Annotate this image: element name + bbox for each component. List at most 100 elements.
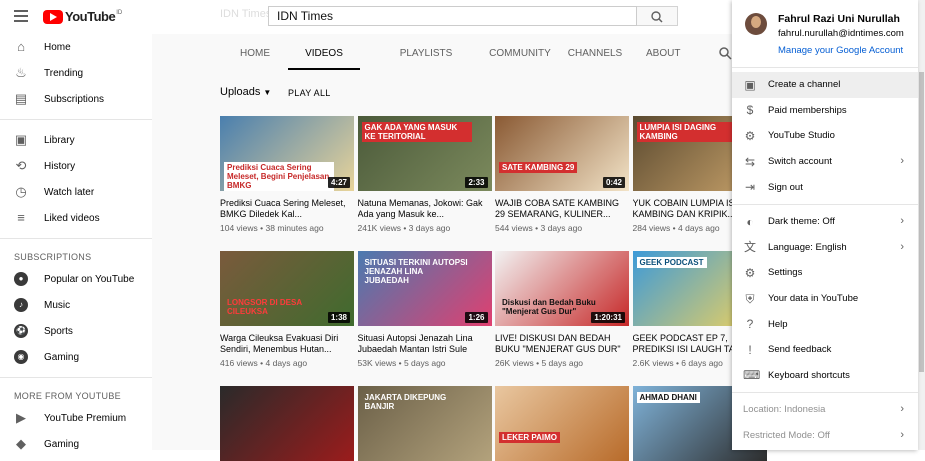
menu-item-restricted-mode-off[interactable]: Restricted Mode: Off ›	[732, 423, 918, 449]
video-thumbnail[interactable]: GAK ADA YANG MASUK KE TERITORIAL 2:33	[357, 116, 492, 191]
channel-search-icon[interactable]	[718, 46, 732, 60]
video-thumbnail[interactable]: LONGSOR DI DESA CILEUKSA 1:38	[220, 251, 354, 326]
account-email: fahrul.nurullah@idntimes.com	[778, 28, 904, 39]
premium-icon: ▶	[16, 410, 26, 425]
sidebar-item-label: Gaming	[44, 438, 80, 450]
tab-about[interactable]: ABOUT	[646, 34, 680, 70]
search-button[interactable]	[637, 6, 678, 26]
sidebar-item-label: Music	[44, 299, 71, 311]
video-thumbnail[interactable]: Prediksi Cuaca Sering Meleset, Begini Pe…	[220, 116, 354, 191]
video-duration: 0:42	[602, 177, 625, 188]
flame-icon: ♨	[15, 65, 27, 80]
video-card[interactable]: Prediksi Cuaca Sering Meleset, Begini Pe…	[220, 116, 354, 233]
thumbnail-caption: LUMPIA ISI DAGING KAMBING	[636, 122, 747, 142]
video-meta: 26K views • 5 days ago	[495, 358, 584, 368]
menu-item-paid-memberships[interactable]: $ Paid memberships	[732, 98, 918, 124]
sidebar-item-library[interactable]: ▣ Library	[0, 127, 152, 153]
video-meta: 104 views • 38 minutes ago	[220, 223, 324, 233]
avatar	[745, 13, 767, 35]
sidebar-item-label: Watch later	[44, 186, 95, 198]
video-card[interactable]: SITUASI TERKINI AUTOPSI JENAZAH LINA JUB…	[357, 251, 492, 368]
video-duration: 4:27	[327, 177, 350, 188]
divider	[732, 203, 918, 205]
menu-item-settings[interactable]: ⚙ Settings	[732, 260, 918, 286]
menu-item-youtube-studio[interactable]: ⚙ YouTube Studio	[732, 123, 918, 149]
video-card[interactable]: LONGSOR DI DESA CILEUKSA 1:38 Warga Cileuk…	[220, 251, 354, 368]
video-title[interactable]: WAJIB COBA SATE KAMBING 29 SEMARANG, KUL…	[495, 198, 629, 220]
video-thumbnail[interactable]: Diskusi dan Bedah Buku "Menjerat Gus Dur…	[495, 251, 629, 326]
chevron-right-icon: ›	[900, 214, 904, 227]
menu-item-language-english[interactable]: 文 Language: English ›	[732, 235, 918, 261]
chevron-right-icon: ›	[900, 403, 904, 416]
sidebar-item-youtube-premium[interactable]: ▶ YouTube Premium	[0, 405, 152, 431]
video-meta: 544 views • 3 days ago	[495, 223, 583, 233]
video-title[interactable]: Situasi Autopsi Jenazah Lina Jubaedah Ma…	[358, 333, 492, 355]
sidebar-item-music[interactable]: ♪ Music	[0, 292, 152, 318]
menu-item-label: Keyboard shortcuts	[768, 369, 850, 381]
feedback-icon: !	[748, 342, 752, 357]
menu-item-switch-account[interactable]: ⇆ Switch account ›	[732, 149, 918, 175]
menu-item-label: Paid memberships	[768, 104, 847, 116]
menu-item-dark-theme-off[interactable]: ◐ Dark theme: Off ›	[732, 209, 918, 235]
library-icon: ▣	[14, 132, 28, 147]
tab-home[interactable]: HOME	[240, 34, 270, 70]
sidebar-item-history[interactable]: ⟲ History	[0, 153, 152, 179]
help-icon: ?	[746, 317, 754, 332]
sidebar-item-home[interactable]: ⌂ Home	[0, 34, 152, 60]
play-all-button[interactable]: PLAY ALL	[288, 88, 331, 98]
clock-icon: ◷	[15, 184, 27, 199]
sidebar-item-watch-later[interactable]: ◷ Watch later	[0, 179, 152, 205]
menu-item-create-a-channel[interactable]: ▣ Create a channel	[732, 72, 918, 98]
menu-item-location-indonesia[interactable]: Location: Indonesia ›	[732, 397, 918, 423]
divider	[0, 238, 152, 239]
uploads-dropdown[interactable]: Uploads ▼	[220, 86, 271, 98]
sidebar-item-sports[interactable]: ⚽ Sports	[0, 318, 152, 344]
subscriptions-heading: SUBSCRIPTIONS	[14, 252, 92, 262]
sidebar-item-subscriptions[interactable]: ▤ Subscriptions	[0, 86, 152, 112]
hamburger-menu-icon[interactable]	[14, 10, 28, 22]
menu-item-your-data-in-youtube[interactable]: ⛨ Your data in YouTube	[732, 286, 918, 312]
sidebar-item-trending[interactable]: ♨ Trending	[0, 60, 152, 86]
sidebar-item-label: Liked videos	[44, 212, 100, 224]
page-scrollbar-thumb[interactable]	[919, 72, 924, 372]
youtube-play-icon	[43, 9, 63, 24]
menu-item-keyboard-shortcuts[interactable]: ⌨ Keyboard shortcuts	[732, 363, 918, 389]
video-title[interactable]: LIVE! DISKUSI DAN BEDAH BUKU "MENJERAT G…	[495, 333, 629, 355]
video-meta: 241K views • 3 days ago	[357, 223, 451, 233]
faded-channel-title: IDN Times	[220, 8, 272, 20]
sidebar-item-gaming[interactable]: ◉ Gaming	[0, 344, 152, 370]
video-thumbnail[interactable]: SATE KAMBING 29 0:42	[495, 116, 629, 191]
music-icon: ♪	[14, 298, 28, 312]
video-title[interactable]: Natuna Memanas, Jokowi: Gak Ada yang Mas…	[358, 198, 492, 220]
thumbnail-caption: LEKER PAIMO	[499, 432, 560, 443]
search-input[interactable]: IDN Times	[268, 6, 637, 26]
menu-item-label: Settings	[768, 267, 803, 279]
sidebar: ⌂ Home ♨ Trending ▤ Subscriptions ▣ Library ⟲ Hi…	[0, 34, 152, 451]
video-card[interactable]: Diskusi dan Bedah Buku "Menjerat Gus Dur…	[495, 251, 629, 368]
menu-item-sign-out[interactable]: ⇥ Sign out	[732, 174, 918, 200]
menu-item-label: Your data in YouTube	[768, 293, 859, 305]
gaming-icon: ◉	[14, 350, 28, 364]
video-card[interactable]: SATE KAMBING 29 0:42 WAJIB COBA SATE KAMBI…	[495, 116, 629, 233]
menu-item-send-feedback[interactable]: ! Send feedback	[732, 337, 918, 363]
sidebar-item-liked-videos[interactable]: ≡ Liked videos	[0, 205, 152, 231]
account-name: Fahrul Razi Uni Nurullah	[778, 13, 900, 25]
tab-channels[interactable]: CHANNELS	[556, 34, 634, 70]
video-thumbnail[interactable]: SITUASI TERKINI AUTOPSI JENAZAH LINA JUB…	[357, 251, 492, 326]
sidebar-item-popular-on-youtube[interactable]: ● Popular on YouTube	[0, 266, 152, 292]
tab-playlists[interactable]: PLAYLISTS	[380, 34, 472, 70]
sidebar-item-label: Home	[44, 41, 71, 53]
tab-videos[interactable]: VIDEOS	[288, 34, 360, 70]
youtube-logo[interactable]: YouTube ID	[43, 8, 122, 25]
menu-item-help[interactable]: ? Help	[732, 311, 918, 337]
video-title[interactable]: Prediksi Cuaca Sering Meleset, BMKG Dile…	[220, 198, 354, 220]
manage-google-account-link[interactable]: Manage your Google Account	[778, 45, 903, 56]
video-title[interactable]: Warga Cileuksa Evakuasi Diri Sendiri, Me…	[220, 333, 354, 355]
sidebar-item-label: Sports	[44, 325, 73, 337]
logo-text: YouTube	[65, 9, 116, 24]
sidebar-item-gaming[interactable]: ◆ Gaming	[0, 431, 152, 457]
keyboard-icon: ⌨	[743, 368, 761, 383]
search-icon	[651, 11, 663, 23]
menu-item-label: Switch account	[768, 156, 832, 168]
video-card[interactable]: GAK ADA YANG MASUK KE TERITORIAL 2:33 Natu…	[357, 116, 492, 233]
